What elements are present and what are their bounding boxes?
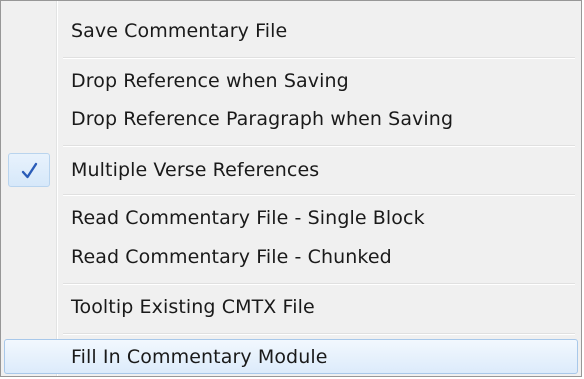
menu-item-label: Fill In Commentary Module	[71, 345, 328, 368]
menu-separator	[63, 194, 575, 196]
context-menu: Save Commentary File Drop Reference when…	[0, 0, 582, 377]
menu-item-label: Drop Reference Paragraph when Saving	[71, 108, 454, 130]
checkmark-icon	[21, 162, 38, 179]
menu-item-label: Save Commentary File	[71, 20, 288, 42]
menu-item-drop-reference-paragraph-when-saving[interactable]: Drop Reference Paragraph when Saving	[4, 101, 578, 137]
menu-item-label: Tooltip Existing CMTX File	[71, 296, 315, 318]
menu-item-multiple-verse-references[interactable]: Multiple Verse References	[4, 152, 578, 188]
check-indicator	[8, 153, 50, 187]
menu-item-read-commentary-file-single-block[interactable]: Read Commentary File - Single Block	[4, 200, 578, 236]
menu-separator	[63, 333, 575, 335]
menu-item-label: Read Commentary File - Single Block	[71, 207, 425, 229]
menu-separator	[63, 57, 575, 59]
menu-item-save-commentary-file[interactable]: Save Commentary File	[4, 13, 578, 49]
menu-item-drop-reference-when-saving[interactable]: Drop Reference when Saving	[4, 63, 578, 99]
menu-item-read-commentary-file-chunked[interactable]: Read Commentary File - Chunked	[4, 239, 578, 275]
menu-item-tooltip-existing-cmtx-file[interactable]: Tooltip Existing CMTX File	[4, 289, 578, 325]
menu-separator	[63, 283, 575, 285]
menu-item-label: Multiple Verse References	[71, 159, 320, 181]
menu-item-fill-in-commentary-module[interactable]: Fill In Commentary Module	[4, 339, 578, 374]
menu-item-label: Read Commentary File - Chunked	[71, 246, 392, 268]
menu-separator	[63, 145, 575, 147]
menu-item-label: Drop Reference when Saving	[71, 70, 349, 92]
